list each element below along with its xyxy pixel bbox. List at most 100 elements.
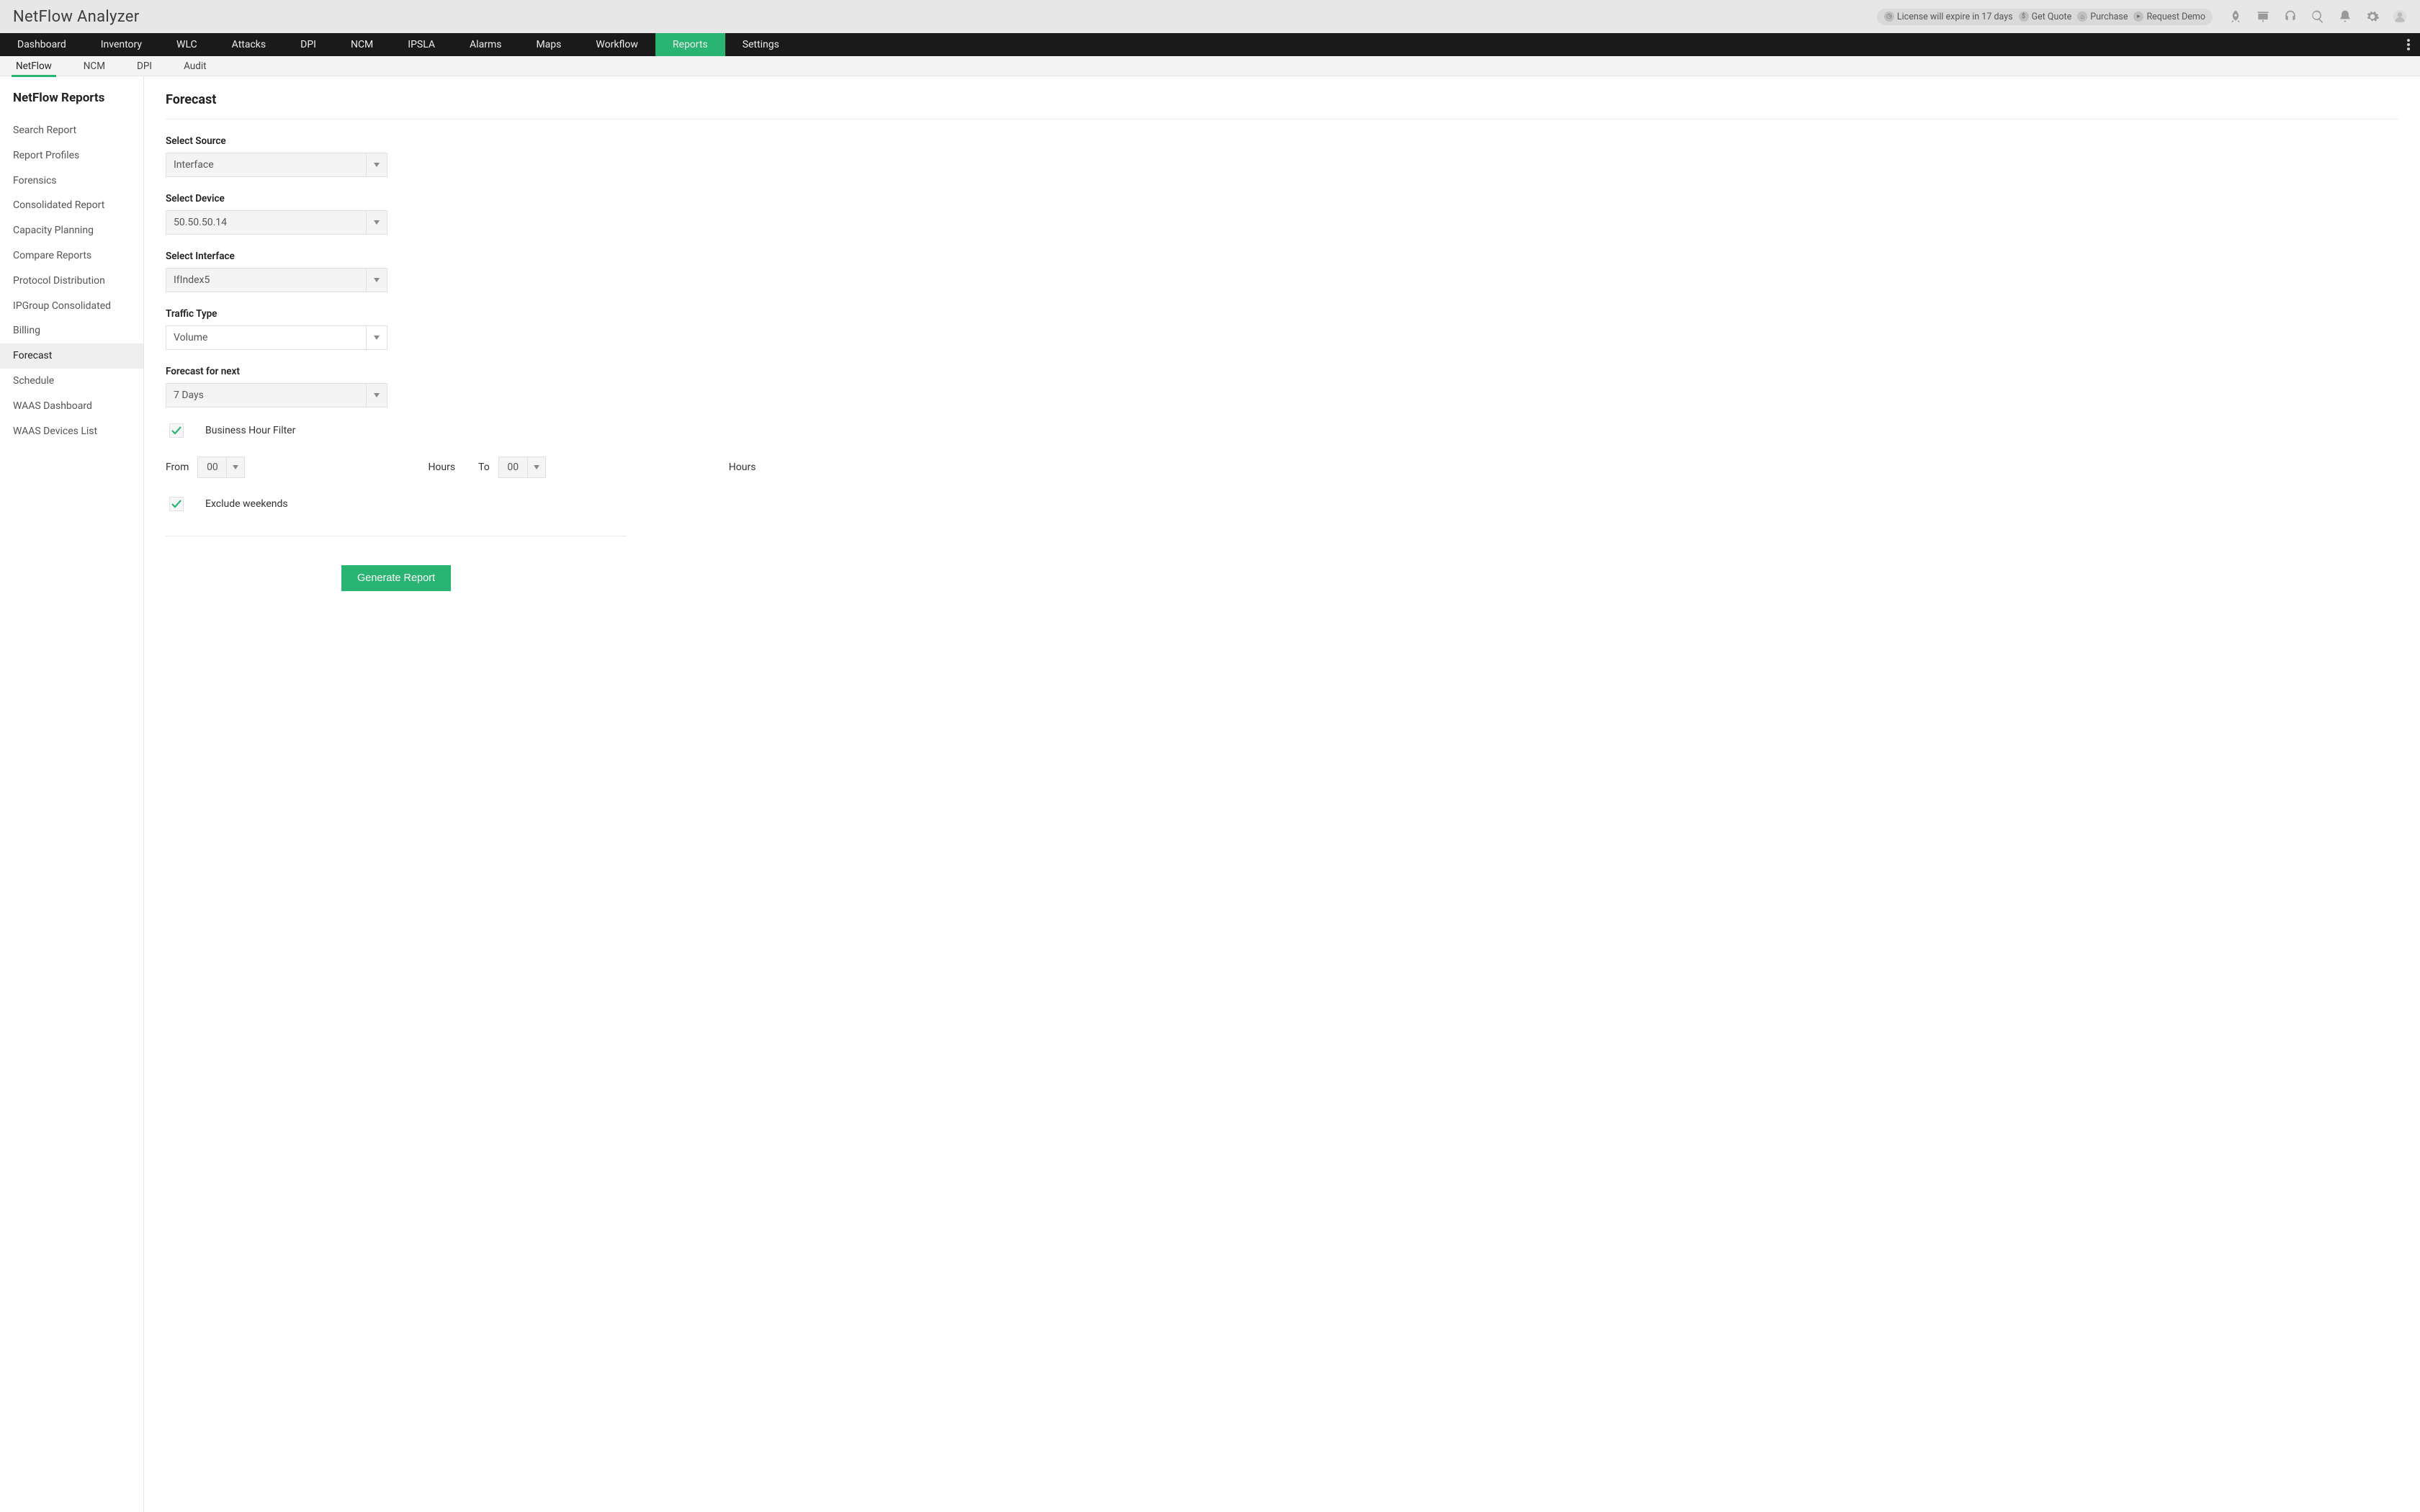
nav-ipsla[interactable]: IPSLA: [390, 33, 452, 56]
field-select-interface: Select Interface IfIndex5: [166, 251, 2398, 292]
nav-inventory[interactable]: Inventory: [84, 33, 159, 56]
label-from-unit: Hours: [428, 462, 455, 473]
rocket-icon[interactable]: [2228, 9, 2243, 24]
label-select-device: Select Device: [166, 193, 2398, 204]
side-billing[interactable]: Billing: [0, 318, 143, 343]
field-hours-range: From 00 Hours To 00 Hours: [166, 456, 2398, 478]
select-traffic-type[interactable]: Volume: [166, 325, 387, 350]
nav-attacks[interactable]: Attacks: [215, 33, 283, 56]
sidebar: NetFlow Reports Search Report Report Pro…: [0, 76, 144, 1512]
label-select-source: Select Source: [166, 135, 2398, 147]
side-waas-devices-list[interactable]: WAAS Devices List: [0, 419, 143, 444]
select-to-hours-value: 00: [498, 456, 527, 478]
label-select-interface: Select Interface: [166, 251, 2398, 262]
license-pill: ◷ License will expire in 17 days $ Get Q…: [1877, 9, 2213, 25]
field-select-source: Select Source Interface: [166, 135, 2398, 177]
snav-audit[interactable]: Audit: [168, 56, 223, 76]
select-from-hours-value: 00: [197, 456, 226, 478]
topbar: NetFlow Analyzer ◷ License will expire i…: [0, 0, 2420, 33]
bell-icon[interactable]: [2338, 9, 2352, 24]
chevron-down-icon: [226, 456, 245, 478]
nav-workflow[interactable]: Workflow: [578, 33, 655, 56]
select-source[interactable]: Interface: [166, 153, 387, 177]
secondary-nav: NetFlow NCM DPI Audit: [0, 56, 2420, 76]
gear-icon[interactable]: [2365, 9, 2380, 24]
select-interface[interactable]: IfIndex5: [166, 268, 387, 292]
side-consolidated-report[interactable]: Consolidated Report: [0, 193, 143, 218]
chevron-down-icon: [366, 210, 387, 235]
select-device-value: 50.50.50.14: [166, 210, 366, 235]
select-source-value: Interface: [166, 153, 366, 177]
nav-reports[interactable]: Reports: [655, 33, 725, 56]
field-exclude-weekends: Exclude weekends: [166, 497, 2398, 511]
side-waas-dashboard[interactable]: WAAS Dashboard: [0, 394, 143, 419]
side-compare-reports[interactable]: Compare Reports: [0, 243, 143, 269]
select-interface-value: IfIndex5: [166, 268, 366, 292]
select-device[interactable]: 50.50.50.14: [166, 210, 387, 235]
nav-dpi[interactable]: DPI: [283, 33, 333, 56]
nav-settings[interactable]: Settings: [725, 33, 797, 56]
title-rule: [166, 119, 2398, 120]
nav-maps[interactable]: Maps: [519, 33, 578, 56]
label-to-unit: Hours: [729, 462, 756, 473]
primary-nav: Dashboard Inventory WLC Attacks DPI NCM …: [0, 33, 2420, 56]
kebab-menu-icon[interactable]: [2397, 33, 2420, 56]
field-select-device: Select Device 50.50.50.14: [166, 193, 2398, 235]
label-business-hour-filter: Business Hour Filter: [205, 425, 295, 436]
check-icon: [171, 500, 182, 508]
side-report-profiles[interactable]: Report Profiles: [0, 143, 143, 168]
select-to-hours[interactable]: 00: [498, 456, 720, 478]
generate-report-button[interactable]: Generate Report: [341, 565, 451, 591]
cart-icon: ⌂: [2077, 12, 2087, 22]
chevron-down-icon: [366, 268, 387, 292]
field-forecast-for-next: Forecast for next 7 Days: [166, 366, 2398, 408]
side-capacity-planning[interactable]: Capacity Planning: [0, 218, 143, 243]
top-icon-group: [2228, 9, 2407, 24]
nav-ncm[interactable]: NCM: [333, 33, 390, 56]
label-to: To: [478, 462, 490, 473]
request-demo-link[interactable]: ▸ Request Demo: [2133, 12, 2205, 22]
chevron-down-icon: [527, 456, 546, 478]
label-traffic-type: Traffic Type: [166, 308, 2398, 320]
headset-icon[interactable]: [2283, 9, 2298, 24]
search-icon[interactable]: [2311, 9, 2325, 24]
checkbox-exclude-weekends[interactable]: [169, 497, 184, 511]
nav-dashboard[interactable]: Dashboard: [0, 33, 84, 56]
user-avatar-icon[interactable]: [2393, 9, 2407, 24]
snav-dpi[interactable]: DPI: [121, 56, 168, 76]
purchase-link[interactable]: ⌂ Purchase: [2077, 12, 2128, 22]
play-icon: ▸: [2133, 12, 2143, 22]
label-forecast-for-next: Forecast for next: [166, 366, 2398, 377]
side-protocol-distribution[interactable]: Protocol Distribution: [0, 269, 143, 294]
submit-wrap: Generate Report: [166, 565, 627, 591]
sidebar-title: NetFlow Reports: [0, 89, 143, 118]
chevron-down-icon: [366, 153, 387, 177]
snav-netflow[interactable]: NetFlow: [0, 56, 68, 76]
get-quote-link[interactable]: $ Get Quote: [2019, 12, 2072, 22]
side-forecast[interactable]: Forecast: [0, 343, 143, 369]
side-forensics[interactable]: Forensics: [0, 168, 143, 194]
field-business-hour-filter: Business Hour Filter: [166, 423, 2398, 438]
presentation-icon[interactable]: [2256, 9, 2270, 24]
nav-wlc[interactable]: WLC: [159, 33, 215, 56]
label-from: From: [166, 462, 189, 473]
check-icon: [171, 426, 182, 435]
license-expire: ◷ License will expire in 17 days: [1884, 12, 2013, 22]
label-exclude-weekends: Exclude weekends: [205, 498, 288, 510]
select-traffic-type-value: Volume: [166, 325, 366, 350]
side-search-report[interactable]: Search Report: [0, 118, 143, 143]
side-schedule[interactable]: Schedule: [0, 369, 143, 394]
nav-alarms[interactable]: Alarms: [452, 33, 519, 56]
checkbox-business-hour-filter[interactable]: [169, 423, 184, 438]
dollar-icon: $: [2019, 12, 2029, 22]
snav-ncm[interactable]: NCM: [68, 56, 121, 76]
chevron-down-icon: [366, 383, 387, 408]
select-forecast-for-next-value: 7 Days: [166, 383, 366, 408]
license-expire-text: License will expire in 17 days: [1897, 12, 2013, 22]
app-title: NetFlow Analyzer: [13, 8, 140, 26]
chevron-down-icon: [366, 325, 387, 350]
get-quote-text: Get Quote: [2032, 12, 2072, 22]
select-forecast-for-next[interactable]: 7 Days: [166, 383, 387, 408]
side-ipgroup-consolidated[interactable]: IPGroup Consolidated: [0, 294, 143, 319]
select-from-hours[interactable]: 00: [197, 456, 419, 478]
